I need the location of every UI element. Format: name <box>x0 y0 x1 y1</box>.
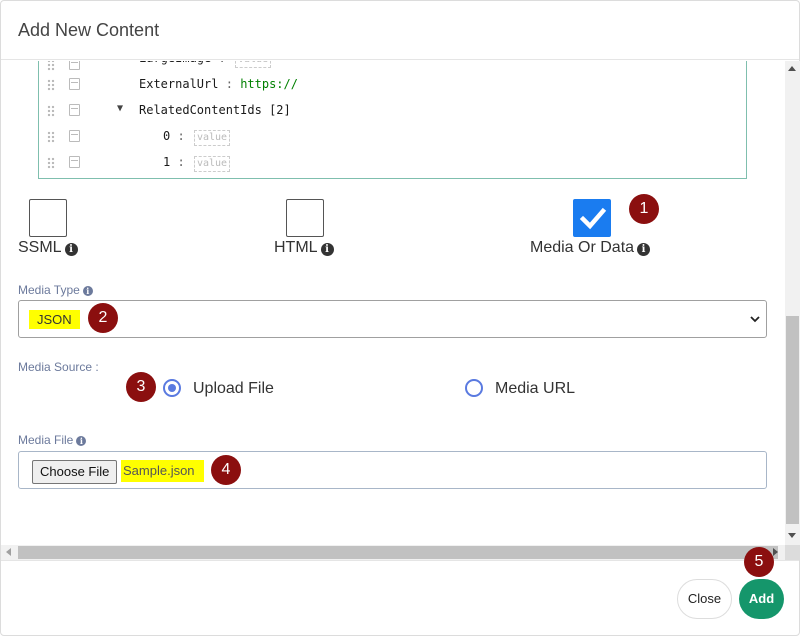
json-separator: : <box>218 61 225 65</box>
drag-handle-icon[interactable] <box>47 131 55 143</box>
step-badge-5: 5 <box>744 547 774 577</box>
dialog-title: Add New Content <box>18 20 160 40</box>
ssml-checkbox[interactable] <box>29 199 67 237</box>
info-icon[interactable]: i <box>82 286 93 296</box>
horizontal-scrollbar[interactable] <box>1 545 785 560</box>
vertical-scrollbar[interactable] <box>785 61 800 545</box>
json-key: 1 <box>163 155 171 169</box>
step-badge-3: 3 <box>126 372 156 402</box>
info-icon[interactable]: i <box>637 243 651 256</box>
media-type-select[interactable]: JSON <box>18 300 767 338</box>
html-label: HTML i <box>274 239 334 257</box>
json-row: ▼ RelatedContentIds [2] <box>39 98 746 124</box>
selected-file-name: Sample.json <box>121 460 204 482</box>
json-value-field[interactable]: value <box>193 130 231 146</box>
json-row: 1 : value <box>39 150 746 176</box>
json-value-field[interactable]: value <box>234 61 272 68</box>
context-menu-icon[interactable] <box>69 130 80 142</box>
horizontal-scroll-thumb[interactable] <box>18 546 778 559</box>
upload-file-label[interactable]: Upload File <box>193 380 274 398</box>
json-separator: : <box>177 129 185 143</box>
close-button[interactable]: Close <box>677 579 732 619</box>
drag-handle-icon[interactable] <box>47 61 55 71</box>
media-type-label: Media Type i <box>18 283 93 297</box>
context-menu-icon[interactable] <box>69 104 80 116</box>
media-source-label: Media Source : <box>18 360 99 374</box>
json-row: 0 : value <box>39 124 746 150</box>
json-key: 0 <box>163 129 171 143</box>
info-icon[interactable]: i <box>64 243 78 256</box>
json-separator: : <box>225 77 233 91</box>
chevron-down-icon <box>750 316 760 323</box>
scroll-down-icon[interactable] <box>788 533 796 538</box>
add-content-dialog: Add New Content LargeImage : value Exter… <box>0 0 800 636</box>
info-icon[interactable]: i <box>320 243 334 256</box>
step-badge-4: 4 <box>211 455 241 485</box>
context-menu-icon[interactable] <box>69 156 80 168</box>
context-menu-icon[interactable] <box>69 61 80 70</box>
info-icon[interactable]: i <box>76 436 87 446</box>
json-row: ExternalUrl : https:// <box>39 72 746 98</box>
media-file-input[interactable]: Choose File Sample.json <box>18 451 767 489</box>
context-menu-icon[interactable] <box>69 78 80 90</box>
scroll-right-icon[interactable] <box>773 548 778 556</box>
drag-handle-icon[interactable] <box>47 105 55 117</box>
media-file-label: Media File i <box>18 433 87 447</box>
dialog-body: LargeImage : value ExternalUrl : https:/… <box>1 61 785 545</box>
html-checkbox[interactable] <box>286 199 324 237</box>
dialog-header: Add New Content <box>1 1 799 60</box>
scrollbar-corner <box>785 545 800 560</box>
ssml-label: SSML i <box>18 239 78 257</box>
json-separator: : <box>177 155 185 169</box>
media-type-value: JSON <box>29 310 80 329</box>
step-badge-2: 2 <box>88 303 118 333</box>
json-editor[interactable]: LargeImage : value ExternalUrl : https:/… <box>38 61 747 179</box>
upload-file-radio[interactable] <box>163 379 181 397</box>
json-key: RelatedContentIds <box>139 103 262 117</box>
drag-handle-icon[interactable] <box>47 157 55 169</box>
media-url-label[interactable]: Media URL <box>495 380 575 398</box>
choose-file-button[interactable]: Choose File <box>32 460 118 484</box>
scroll-left-icon[interactable] <box>6 548 11 556</box>
step-badge-1: 1 <box>629 194 659 224</box>
json-array-count: [2] <box>269 103 291 117</box>
media-or-data-label: Media Or Data i <box>530 239 651 257</box>
json-key: ExternalUrl <box>139 77 219 91</box>
media-or-data-checkbox[interactable] <box>573 199 611 237</box>
json-value-field[interactable]: https:// <box>240 77 298 91</box>
expand-toggle-icon[interactable]: ▼ <box>117 103 123 114</box>
media-url-radio[interactable] <box>465 379 483 397</box>
dialog-footer: 5 Close Add <box>1 547 799 636</box>
add-button[interactable]: Add <box>739 579 784 619</box>
json-value-field[interactable]: value <box>193 156 231 172</box>
drag-handle-icon[interactable] <box>47 79 55 91</box>
scroll-up-icon[interactable] <box>788 66 796 71</box>
vertical-scroll-thumb[interactable] <box>786 316 799 524</box>
check-icon <box>579 207 607 230</box>
json-key: LargeImage <box>139 61 211 65</box>
